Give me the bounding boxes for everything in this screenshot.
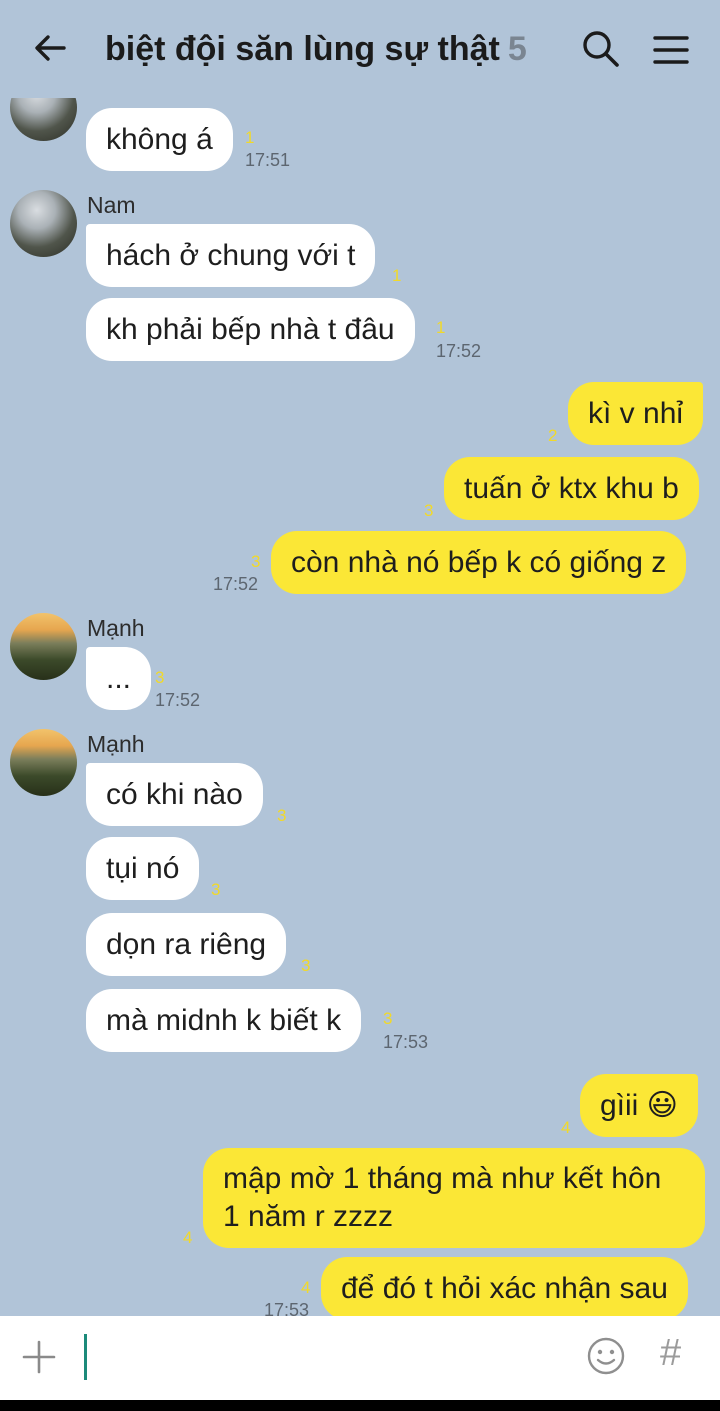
message-bubble[interactable]: gìii 😃	[580, 1074, 698, 1137]
message-time: 17:51	[245, 150, 291, 170]
read-count: 1	[245, 128, 255, 147]
message-list[interactable]: không á 1 17:51 Nam hách ở chung với t 1…	[0, 98, 720, 1316]
message-input-bar: #	[0, 1316, 720, 1400]
message-bubble[interactable]: tụi nó	[86, 837, 200, 900]
message-time: 17:52	[213, 574, 259, 594]
member-count: 5	[507, 30, 527, 68]
sender-name: Mạnh	[87, 615, 145, 641]
read-count: 3	[251, 552, 261, 571]
message-bubble[interactable]: ...	[86, 647, 152, 710]
read-count: 3	[424, 501, 434, 520]
avatar[interactable]	[10, 98, 77, 141]
read-count: 2	[548, 426, 558, 445]
avatar[interactable]	[10, 729, 77, 796]
plus-icon[interactable]	[22, 1340, 56, 1374]
message-bubble[interactable]: còn nhà nó bếp k có giống z	[271, 531, 687, 594]
read-count: 3	[211, 880, 221, 899]
read-count: 4	[183, 1228, 193, 1247]
avatar[interactable]	[10, 613, 77, 680]
sender-name: Mạnh	[87, 731, 145, 757]
message-time: 17:53	[383, 1032, 429, 1052]
chat-header: biệt đội săn lùng sự thật 5	[0, 0, 720, 98]
message-time: 17:53	[264, 1300, 310, 1316]
message-time: 17:52	[155, 690, 201, 710]
arrow-left-icon[interactable]	[30, 28, 70, 68]
read-count: 3	[277, 806, 287, 825]
message-bubble[interactable]: hách ở chung với t	[86, 224, 376, 287]
message-time: 17:52	[436, 341, 482, 361]
message-bubble[interactable]: kì v nhỉ	[568, 382, 704, 445]
message-bubble[interactable]: kh phải bếp nhà t đâu	[86, 298, 415, 361]
read-count: 3	[383, 1009, 393, 1028]
read-count: 3	[155, 668, 165, 687]
message-bubble[interactable]: để đó t hỏi xác nhận sau	[321, 1257, 688, 1316]
hamburger-menu-icon[interactable]	[650, 30, 692, 70]
sender-name: Nam	[87, 192, 136, 218]
read-count: 3	[301, 956, 311, 975]
chat-title: biệt đội săn lùng sự thật 5	[105, 30, 527, 69]
message-input[interactable]	[84, 1334, 87, 1380]
message-bubble[interactable]: mập mờ 1 tháng mà như kết hôn 1 năm r zz…	[203, 1148, 705, 1248]
message-bubble[interactable]: dọn ra riêng	[86, 913, 287, 976]
read-count: 1	[392, 266, 402, 285]
hashtag-button[interactable]: #	[660, 1332, 681, 1375]
read-count: 1	[436, 318, 446, 337]
search-icon[interactable]	[580, 28, 622, 70]
emoji-icon[interactable]	[586, 1336, 626, 1376]
message-bubble[interactable]: mà midnh k biết k	[86, 989, 362, 1052]
message-bubble[interactable]: không á	[86, 108, 233, 171]
message-bubble[interactable]: có khi nào	[86, 763, 263, 826]
system-nav-bar	[0, 1400, 720, 1411]
read-count: 4	[561, 1118, 571, 1137]
message-bubble[interactable]: tuấn ở ktx khu b	[444, 457, 699, 520]
chat-title-text: biệt đội săn lùng sự thật	[105, 30, 500, 68]
avatar[interactable]	[10, 190, 77, 257]
read-count: 4	[301, 1278, 311, 1297]
